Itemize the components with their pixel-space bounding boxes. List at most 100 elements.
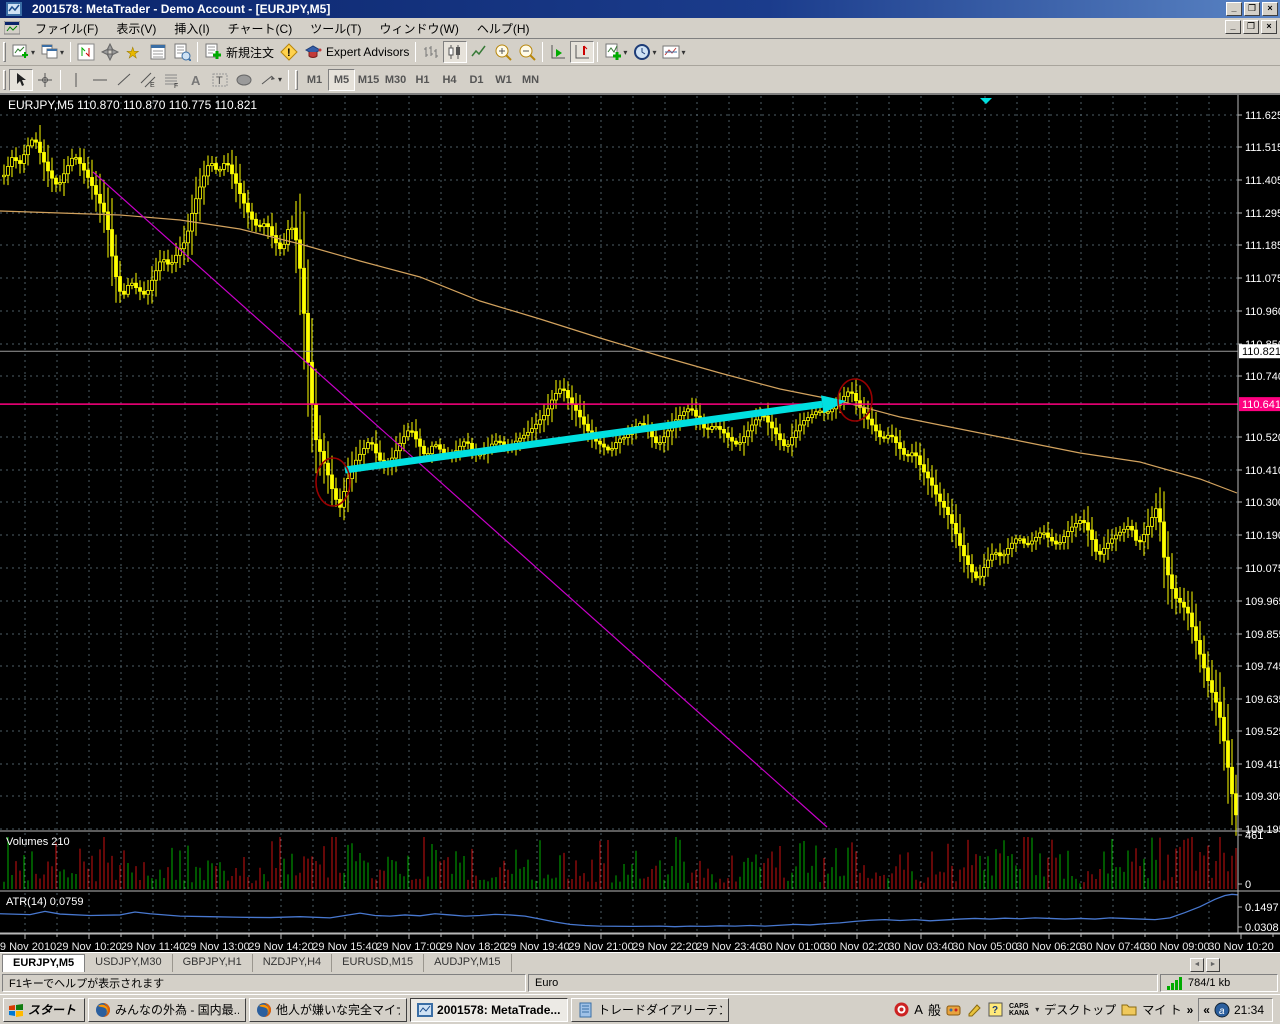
- toolbar-separator: [542, 42, 543, 62]
- tray-app-icon[interactable]: [893, 1002, 909, 1018]
- line-chart-mode-button[interactable]: [467, 41, 491, 63]
- chart-tab-usdjpy-m30[interactable]: USDJPY,M30: [85, 954, 172, 972]
- zoom-in-button[interactable]: [491, 41, 515, 63]
- trendline-tool-button[interactable]: [112, 69, 136, 91]
- ime-tools-icon[interactable]: [946, 1002, 962, 1018]
- timeframe-w1-button[interactable]: W1: [490, 69, 517, 91]
- ime-input-mode[interactable]: A: [914, 1002, 923, 1017]
- timeframe-m5-button[interactable]: M5: [328, 69, 355, 91]
- chart-window[interactable]: 111.625111.515111.405111.295111.185111.0…: [0, 94, 1280, 952]
- menu-item-4[interactable]: ツール(T): [301, 18, 370, 39]
- timeframe-m30-button[interactable]: M30: [382, 69, 409, 91]
- desktop-toolbar-label[interactable]: デスクトップ: [1044, 1001, 1116, 1018]
- price-chart[interactable]: 111.625111.515111.405111.295111.185111.0…: [0, 95, 1280, 953]
- toolbar-overflow-chevron-icon[interactable]: »: [1187, 1003, 1194, 1017]
- chart-tab-nzdjpy-h4[interactable]: NZDJPY,H4: [253, 954, 332, 972]
- candlestick-mode-button[interactable]: [443, 41, 467, 63]
- tray-clock-app-icon[interactable]: a: [1214, 1002, 1230, 1018]
- cursor-tool-button[interactable]: [9, 69, 33, 91]
- auto-scroll-button[interactable]: [546, 41, 570, 63]
- tab-scroll-right-button[interactable]: ►: [1206, 958, 1220, 972]
- chart-shift-button[interactable]: [570, 41, 594, 63]
- timeframe-m1-button[interactable]: M1: [301, 69, 328, 91]
- menu-item-2[interactable]: 挿入(I): [165, 18, 218, 39]
- status-connection: 784/1 kb: [1160, 974, 1278, 992]
- timeframe-d1-button[interactable]: D1: [463, 69, 490, 91]
- menu-item-3[interactable]: チャート(C): [219, 18, 302, 39]
- toolbar-separator: [60, 70, 61, 90]
- crosshair-tool-button[interactable]: [33, 69, 57, 91]
- menu-item-0[interactable]: ファイル(F): [26, 18, 107, 39]
- chart-tab-gbpjpy-h1[interactable]: GBPJPY,H1: [173, 954, 253, 972]
- close-button[interactable]: ×: [1262, 2, 1278, 16]
- label-tool-button[interactable]: T: [208, 69, 232, 91]
- taskbar-button-1[interactable]: 他人が嫌いな完全マイナ...: [249, 998, 407, 1022]
- folder-icon[interactable]: [1121, 1002, 1137, 1018]
- my-toolbar-label[interactable]: マイ ト: [1142, 1001, 1181, 1018]
- price-tick-label: 111.405: [1245, 175, 1280, 187]
- indicators-button[interactable]: ▾: [601, 41, 630, 63]
- svg-text:a: a: [1219, 1006, 1225, 1017]
- tick-chart-button[interactable]: [74, 41, 98, 63]
- title-bar: 2001578: MetaTrader - Demo Account - [EU…: [0, 0, 1280, 18]
- child-close-button[interactable]: ×: [1261, 20, 1277, 34]
- expert-advisors-button[interactable]: Expert Advisors: [301, 41, 412, 63]
- child-minimize-button[interactable]: _: [1225, 20, 1241, 34]
- channel-tool-button[interactable]: E: [136, 69, 160, 91]
- data-window-button[interactable]: [170, 41, 194, 63]
- zoom-out-button[interactable]: [515, 41, 539, 63]
- tray-collapse-icon[interactable]: «: [1203, 1003, 1210, 1017]
- profiles-button[interactable]: ▾: [38, 41, 67, 63]
- child-restore-button[interactable]: ❐: [1243, 20, 1259, 34]
- ime-pad-icon[interactable]: [967, 1002, 983, 1018]
- svg-text:?: ?: [992, 1005, 998, 1016]
- timeframe-h4-button[interactable]: H4: [436, 69, 463, 91]
- chart-tab-eurusd-m15[interactable]: EURUSD,M15: [332, 954, 424, 972]
- templates-button[interactable]: ▾: [659, 41, 688, 63]
- menu-item-5[interactable]: ウィンドウ(W): [371, 18, 468, 39]
- text-tool-button[interactable]: A: [184, 69, 208, 91]
- minimize-button[interactable]: _: [1226, 2, 1242, 16]
- chart-tab-bar: EURJPY,M5USDJPY,M30GBPJPY,H1NZDJPY,H4EUR…: [0, 952, 1280, 972]
- chart-tab-audjpy-m15[interactable]: AUDJPY,M15: [424, 954, 511, 972]
- fibonacci-tool-button[interactable]: F: [160, 69, 184, 91]
- taskbar-button-3[interactable]: トレードダイアリーテンプレー...: [571, 998, 729, 1022]
- new-order-button[interactable]: 新規注文: [201, 41, 277, 63]
- svg-text:!: !: [287, 47, 291, 59]
- window-title: 2001578: MetaTrader - Demo Account - [EU…: [32, 2, 330, 16]
- sub-scale-label: 461: [1245, 830, 1263, 842]
- bar-chart-mode-button[interactable]: [419, 41, 443, 63]
- tab-scroll-left-button[interactable]: ◄: [1190, 958, 1204, 972]
- timeframe-m15-button[interactable]: M15: [355, 69, 382, 91]
- taskbar-button-0[interactable]: みんなの外為 - 国内最...: [88, 998, 246, 1022]
- timeframe-h1-button[interactable]: H1: [409, 69, 436, 91]
- alert-button[interactable]: !: [277, 41, 301, 63]
- ime-help-icon[interactable]: ?: [988, 1002, 1004, 1018]
- toolbar-separator: [597, 42, 598, 62]
- price-tick-label: 109.745: [1245, 661, 1280, 673]
- connection-signal-icon: [1167, 977, 1182, 990]
- menu-item-1[interactable]: 表示(V): [107, 18, 165, 39]
- vertical-line-tool-button[interactable]: [64, 69, 88, 91]
- arrows-tool-button[interactable]: ▾: [256, 69, 285, 91]
- timeframe-mn-button[interactable]: MN: [517, 69, 544, 91]
- periods-button[interactable]: ▾: [630, 41, 659, 63]
- chart-tab-eurjpy-m5[interactable]: EURJPY,M5: [2, 954, 85, 972]
- new-chart-button[interactable]: ▾: [9, 41, 38, 63]
- ellipse-tool-button[interactable]: [232, 69, 256, 91]
- price-tick-label: 110.960: [1245, 306, 1280, 318]
- navigator-button[interactable]: [98, 41, 122, 63]
- menu-item-6[interactable]: ヘルプ(H): [468, 18, 539, 39]
- ime-menu-chevron-icon[interactable]: ▾: [1035, 1005, 1039, 1014]
- favorites-button[interactable]: ★: [122, 41, 146, 63]
- ime-conversion-mode[interactable]: 般: [928, 1000, 941, 1019]
- toolbar-grip: [3, 70, 6, 90]
- market-watch-button[interactable]: [146, 41, 170, 63]
- sub-scale-label: 0.1497: [1245, 902, 1279, 914]
- price-tick-label: 109.965: [1245, 596, 1280, 608]
- restore-button[interactable]: ❐: [1244, 2, 1260, 16]
- horizontal-line-tool-button[interactable]: [88, 69, 112, 91]
- start-button[interactable]: スタート: [3, 998, 85, 1022]
- taskbar-button-2[interactable]: 2001578: MetaTrade...: [410, 998, 568, 1022]
- taskbar-clock[interactable]: 21:34: [1234, 1003, 1264, 1017]
